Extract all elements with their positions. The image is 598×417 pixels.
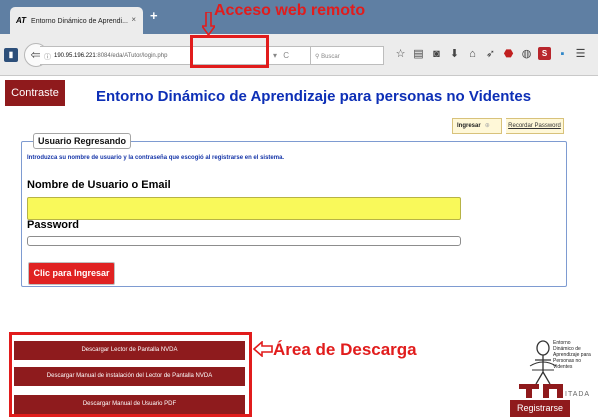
login-instructions: Introduzca su nombre de usuario y la con… (27, 155, 285, 161)
password-label: Password (27, 219, 79, 231)
download-install-manual-button[interactable]: Descargar Manual de instalación del Lect… (14, 367, 245, 386)
extension-icon[interactable]: ▮ (4, 48, 18, 62)
tab-login[interactable]: Ingresar ⊕ (452, 118, 502, 134)
download-user-manual-button[interactable]: Descargar Manual de Usuario PDF (14, 395, 245, 414)
search-placeholder: Buscar (321, 54, 340, 60)
pocket-icon[interactable]: ◙ (430, 46, 443, 62)
username-field[interactable] (27, 197, 461, 220)
annotation-arrow-left-icon (253, 341, 273, 357)
url-path: :8084/eda/ATutor/login.php (95, 53, 168, 59)
logo-itada-text: ITADA (565, 391, 591, 398)
remote-access-annotation: Acceso web remoto (214, 2, 366, 19)
browser-navigation-bar: ▮ ⇦ ⓘ 190.95.196.221:8084/eda/ATutor/log… (0, 34, 598, 76)
menu-icon[interactable]: ☰ (574, 46, 587, 62)
home-icon[interactable]: ⌂ (466, 46, 479, 62)
logo-caption: Entorno Dinámico de Aprendizaje para Per… (553, 340, 598, 370)
login-legend: Usuario Regresando (33, 133, 132, 149)
search-icon: ⚲ (315, 54, 320, 60)
password-field[interactable] (27, 236, 461, 246)
more-icon[interactable]: ▪ (556, 46, 569, 62)
close-tab-icon[interactable]: × (131, 15, 136, 24)
browser-tab-title: Entorno Dinámico de Aprendi... (31, 18, 128, 25)
page-title: Entorno Dinámico de Aprendizaje para per… (96, 88, 532, 105)
tab-login-label: Ingresar (457, 123, 481, 129)
reload-icon[interactable]: ▾ C (268, 46, 310, 65)
browser-toolbar-icons: ☆ ▤ ◙ ⬇ ⌂ ➶ ⬣ ◍ S ▪ ☰ (394, 46, 587, 66)
tab-separator-icon: ⊕ (484, 123, 490, 129)
contrast-button[interactable]: Contraste (5, 80, 65, 106)
login-button[interactable]: Clic para Ingresar (28, 262, 115, 285)
extension-icon[interactable]: ◍ (520, 46, 533, 62)
site-favicon-icon: AT (16, 16, 27, 25)
search-input[interactable]: ⚲ Buscar (310, 46, 384, 65)
site-info-icon[interactable]: ⓘ (44, 52, 51, 62)
browser-tab[interactable]: AT Entorno Dinámico de Aprendi... × (10, 7, 143, 34)
ut-logo-icon (519, 384, 563, 398)
auth-tabs: Ingresar ⊕ Recordar Password (452, 118, 564, 134)
tab-recover-password[interactable]: Recordar Password (506, 118, 564, 134)
logo-line: Personas no Videntes (553, 358, 582, 370)
s-extension-icon[interactable]: S (538, 47, 551, 60)
register-button[interactable]: Registrarse (510, 400, 570, 417)
star-icon[interactable]: ☆ (394, 46, 407, 62)
send-icon[interactable]: ➶ (484, 46, 497, 62)
download-nvda-button[interactable]: Descargar Lector de Pantalla NVDA (14, 341, 245, 360)
download-area-annotation: Área de Descarga (273, 340, 417, 359)
download-icon[interactable]: ⬇ (448, 46, 461, 62)
bookmarks-icon[interactable]: ▤ (412, 46, 425, 62)
url-host: 190.95.196.221 (54, 53, 96, 59)
remote-access-highlight-box (190, 35, 269, 68)
adblock-icon[interactable]: ⬣ (502, 46, 515, 62)
username-label: Nombre de Usuario o Email (27, 179, 171, 191)
new-tab-button[interactable]: + (150, 8, 158, 23)
